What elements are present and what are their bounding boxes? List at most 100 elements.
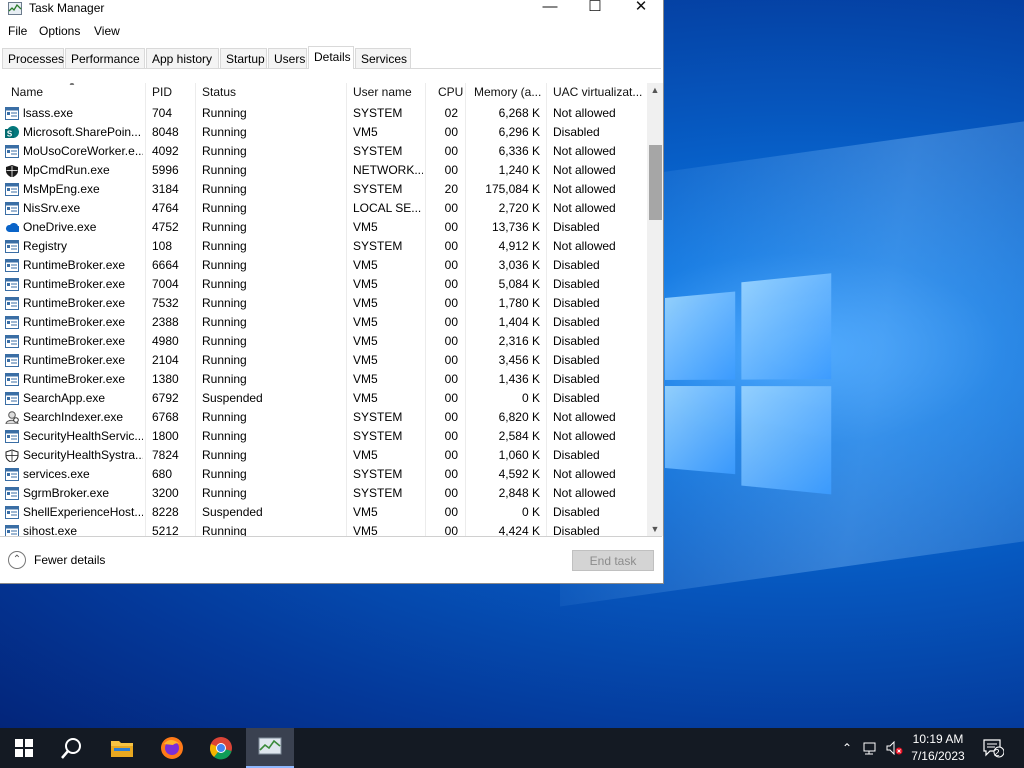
process-memory: 4,592 K — [468, 467, 540, 481]
process-pid: 4764 — [152, 201, 192, 215]
tab-details[interactable]: Details — [308, 46, 354, 69]
table-row[interactable]: RuntimeBroker.exe 1380 Running VM5 00 1,436 K… — [0, 370, 646, 389]
table-row[interactable]: ShellExperienceHost.... 8228 Suspended VM5 0… — [0, 503, 646, 522]
process-status: Running — [202, 239, 342, 253]
table-row[interactable]: S Microsoft.SharePoin... 8048 Running VM5 00 6… — [0, 123, 646, 142]
process-cpu: 00 — [430, 524, 458, 536]
application-icon — [5, 354, 19, 367]
process-name: SgrmBroker.exe — [23, 486, 143, 500]
process-user: VM5 — [353, 258, 423, 272]
process-cpu: 00 — [430, 429, 458, 443]
application-icon — [5, 297, 19, 310]
table-row[interactable]: MpCmdRun.exe 5996 Running NETWORK... 00 1,240… — [0, 161, 646, 180]
onedrive-cloud-icon — [5, 221, 19, 234]
process-status: Suspended — [202, 391, 342, 405]
table-row[interactable]: services.exe 680 Running SYSTEM 00 4,592 K Not… — [0, 465, 646, 484]
tab-services[interactable]: Services — [355, 48, 411, 68]
table-row[interactable]: Registry 108 Running SYSTEM 00 4,912 K Not all… — [0, 237, 646, 256]
column-header-status[interactable]: Status — [202, 85, 236, 99]
table-row[interactable]: SecurityHealthServic... 1800 Running SYSTEM… — [0, 427, 646, 446]
chrome-icon[interactable] — [197, 728, 245, 768]
table-row[interactable]: SgrmBroker.exe 3200 Running SYSTEM 00 2,848 K… — [0, 484, 646, 503]
task-manager-taskbar-icon[interactable] — [246, 728, 294, 768]
tab-processes[interactable]: Processes — [2, 48, 64, 68]
scroll-up-arrow[interactable]: ▲ — [647, 83, 663, 97]
table-row[interactable]: OneDrive.exe 4752 Running VM5 00 13,736 K Disa… — [0, 218, 646, 237]
chevron-up-icon[interactable]: ⌃ — [838, 728, 856, 768]
process-pid: 3200 — [152, 486, 192, 500]
column-header-memory[interactable]: Memory (a... — [474, 85, 541, 99]
process-user: VM5 — [353, 220, 423, 234]
process-cpu: 00 — [430, 410, 458, 424]
menu-view[interactable]: View — [94, 24, 120, 38]
table-row[interactable]: MsMpEng.exe 3184 Running SYSTEM 20 175,084 K N… — [0, 180, 646, 199]
column-header-uac-virtualization[interactable]: UAC virtualizat... — [553, 85, 642, 99]
table-row[interactable]: sihost.exe 5212 Running VM5 00 4,424 K Disable… — [0, 522, 646, 536]
windows-start-icon[interactable] — [0, 728, 48, 768]
end-task-button[interactable]: End task — [572, 550, 654, 571]
table-row[interactable]: SearchApp.exe 6792 Suspended VM5 00 0 K Disabl… — [0, 389, 646, 408]
process-pid: 7824 — [152, 448, 192, 462]
application-icon — [5, 145, 19, 158]
column-header-cpu[interactable]: CPU — [438, 85, 463, 99]
menu-options[interactable]: Options — [39, 24, 80, 38]
tab-app-history[interactable]: App history — [146, 48, 219, 68]
process-user: VM5 — [353, 296, 423, 310]
process-user: VM5 — [353, 448, 423, 462]
process-status: Running — [202, 315, 342, 329]
close-button[interactable]: ✕ — [618, 0, 664, 18]
table-row[interactable]: RuntimeBroker.exe 2104 Running VM5 00 3,456 K… — [0, 351, 646, 370]
process-name: sihost.exe — [23, 524, 143, 536]
process-user: VM5 — [353, 277, 423, 291]
notification-center-icon[interactable]: 2 — [978, 728, 1008, 768]
tab-startup[interactable]: Startup — [220, 48, 267, 68]
table-row[interactable]: lsass.exe 704 Running SYSTEM 02 6,268 K Not al… — [0, 104, 646, 123]
process-status: Running — [202, 277, 342, 291]
table-row[interactable]: RuntimeBroker.exe 6664 Running VM5 00 3,036 K… — [0, 256, 646, 275]
process-uac: Disabled — [553, 524, 645, 536]
network-icon[interactable] — [860, 728, 882, 768]
details-table: ▲ Name PID Status User name CPU Memory (… — [0, 83, 646, 536]
process-memory: 13,736 K — [468, 220, 540, 234]
process-user: LOCAL SE... — [353, 201, 423, 215]
vertical-scrollbar[interactable]: ▲ ▼ — [647, 83, 663, 536]
table-row[interactable]: RuntimeBroker.exe 4980 Running VM5 00 2,316 K… — [0, 332, 646, 351]
process-name: ShellExperienceHost.... — [23, 505, 143, 519]
firefox-icon[interactable] — [148, 728, 196, 768]
process-cpu: 00 — [430, 372, 458, 386]
table-row[interactable]: RuntimeBroker.exe 2388 Running VM5 00 1,404 K… — [0, 313, 646, 332]
process-status: Running — [202, 353, 342, 367]
application-icon — [5, 335, 19, 348]
process-uac: Not allowed — [553, 201, 645, 215]
minimize-button[interactable]: — — [527, 0, 573, 18]
menu-file[interactable]: File — [8, 24, 27, 38]
maximize-button[interactable]: ☐ — [572, 0, 618, 18]
table-row[interactable]: RuntimeBroker.exe 7532 Running VM5 00 1,780 K… — [0, 294, 646, 313]
table-row[interactable]: SecurityHealthSystra... 7824 Running VM5 00 1… — [0, 446, 646, 465]
scrollbar-thumb[interactable] — [649, 145, 662, 220]
system-clock[interactable]: 10:19 AM 7/16/2023 — [902, 731, 974, 765]
process-uac: Disabled — [553, 448, 645, 462]
process-cpu: 00 — [430, 296, 458, 310]
table-row[interactable]: NisSrv.exe 4764 Running LOCAL SE... 00 2,720 … — [0, 199, 646, 218]
process-cpu: 00 — [430, 163, 458, 177]
process-memory: 4,424 K — [468, 524, 540, 536]
table-row[interactable]: SearchIndexer.exe 6768 Running SYSTEM 00 6,82… — [0, 408, 646, 427]
process-uac: Disabled — [553, 258, 645, 272]
search-icon[interactable] — [48, 728, 96, 768]
table-row[interactable]: RuntimeBroker.exe 7004 Running VM5 00 5,084 K… — [0, 275, 646, 294]
column-header-pid[interactable]: PID — [152, 85, 172, 99]
column-header-name[interactable]: Name — [11, 85, 43, 99]
column-header-user-name[interactable]: User name — [353, 85, 412, 99]
process-cpu: 00 — [430, 220, 458, 234]
process-memory: 1,780 K — [468, 296, 540, 310]
process-pid: 680 — [152, 467, 192, 481]
table-row[interactable]: MoUsoCoreWorker.e... 4092 Running SYSTEM 00 6… — [0, 142, 646, 161]
scroll-down-arrow[interactable]: ▼ — [647, 522, 663, 536]
chevron-up-icon: ⌃ — [8, 551, 26, 569]
process-status: Running — [202, 372, 342, 386]
file-explorer-icon[interactable] — [98, 728, 146, 768]
title-bar[interactable]: Task Manager — ☐ ✕ — [0, 0, 663, 20]
tab-performance[interactable]: Performance — [65, 48, 145, 68]
tab-users[interactable]: Users — [268, 48, 307, 68]
